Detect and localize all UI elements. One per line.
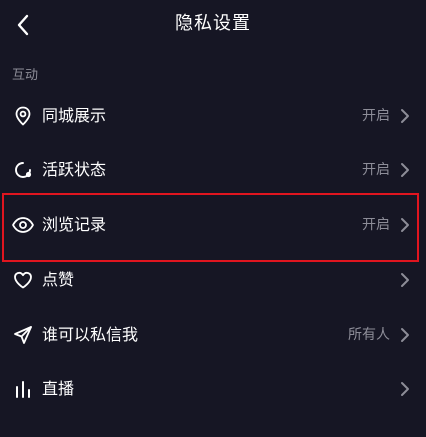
setting-value: 开启 [362,108,390,124]
header: 隐私设置 [0,0,426,50]
setting-label: 直播 [42,379,75,398]
activity-status-icon [11,158,35,182]
section-label: 互动 [12,68,39,83]
page-title: 隐私设置 [175,13,251,34]
setting-value: 开启 [362,162,390,178]
setting-label: 浏览记录 [42,215,107,234]
setting-label: 点赞 [42,270,75,289]
location-pin-icon [11,104,35,128]
setting-label: 活跃状态 [42,160,107,179]
setting-value: 开启 [362,217,390,233]
chevron-right-icon [398,381,412,397]
setting-row-live[interactable]: 直播 [0,362,426,416]
setting-row-active-status[interactable]: 活跃状态 开启 [0,143,426,197]
setting-row-browsing-history[interactable]: 浏览记录 开启 [0,198,426,252]
setting-label: 同城展示 [42,106,107,125]
bar-chart-icon [11,377,35,401]
setting-row-likes[interactable]: 点赞 [0,253,426,307]
chevron-right-icon [398,272,412,288]
setting-value: 所有人 [348,327,390,343]
send-icon [11,323,35,347]
setting-label: 谁可以私信我 [42,325,139,344]
chevron-right-icon [398,162,412,178]
eye-icon [11,213,35,237]
chevron-right-icon [398,327,412,343]
heart-icon [11,268,35,292]
setting-row-nearby-display[interactable]: 同城展示 开启 [0,89,426,143]
chevron-right-icon [398,217,412,233]
chevron-right-icon [398,108,412,124]
setting-row-who-can-message[interactable]: 谁可以私信我 所有人 [0,308,426,362]
